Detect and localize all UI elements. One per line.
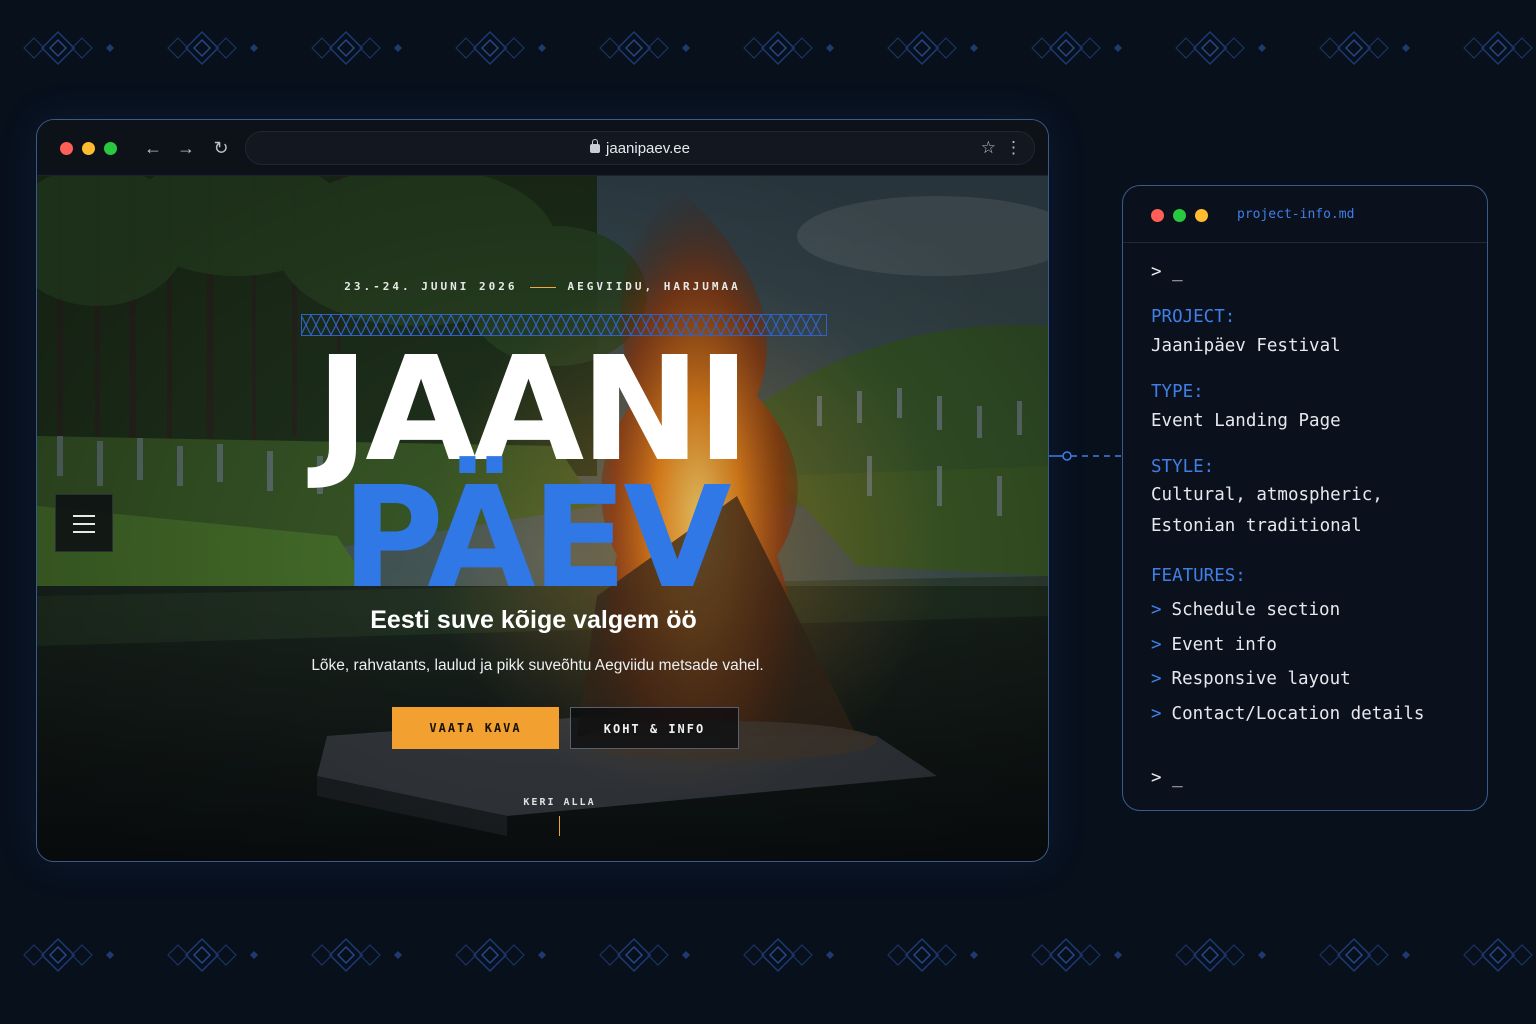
- connector-line: [1049, 451, 1123, 461]
- panel-filename: project-info.md: [1237, 207, 1355, 222]
- more-menu-icon[interactable]: ⋮: [1005, 138, 1022, 158]
- minimize-window-dot[interactable]: [82, 142, 95, 155]
- scroll-down-label[interactable]: KERI ALLA: [37, 797, 1048, 808]
- browser-window: ← → ↻ jaanipaev.ee ☆ ⋮ 23.-24. JUUNI 202…: [36, 119, 1049, 862]
- maximize-window-dot[interactable]: [104, 142, 117, 155]
- ornament-band-top: [23, 31, 1536, 65]
- menu-icon-bar: [73, 531, 95, 533]
- bookmark-star-icon[interactable]: ☆: [981, 138, 996, 158]
- panel-maximize-dot[interactable]: [1173, 209, 1186, 222]
- feature-item: > Schedule section: [1151, 600, 1341, 620]
- feature-bullet: >: [1151, 704, 1162, 724]
- terminal-prompt-top: > _: [1151, 262, 1183, 282]
- feature-item: > Responsive layout: [1151, 669, 1351, 689]
- reload-icon[interactable]: ↻: [210, 137, 232, 159]
- project-key: PROJECT:: [1151, 307, 1236, 327]
- meta-divider: [529, 286, 556, 288]
- hero-description: Lõke, rahvatants, laulud ja pikk suveõht…: [311, 657, 764, 674]
- location-info-button[interactable]: KOHT & INFO: [570, 707, 739, 749]
- hero-section: 23.-24. JUUNI 2026 AEGVIIDU, HARJUMAA JAA…: [37, 176, 1048, 861]
- back-arrow-icon[interactable]: ←: [142, 137, 164, 159]
- style-key: STYLE:: [1151, 457, 1215, 477]
- terminal-prompt-bottom: > _: [1151, 768, 1183, 788]
- hero-tagline: Eesti suve kõige valgem öö: [370, 606, 697, 634]
- project-value: Jaanipäev Festival: [1151, 336, 1341, 356]
- menu-icon-bar: [73, 523, 95, 525]
- type-key: TYPE:: [1151, 382, 1204, 402]
- feature-bullet: >: [1151, 600, 1162, 620]
- panel-titlebar: project-info.md: [1123, 186, 1487, 243]
- feature-item: > Contact/Location details: [1151, 704, 1425, 724]
- panel-close-dot[interactable]: [1151, 209, 1164, 222]
- close-window-dot[interactable]: [60, 142, 73, 155]
- features-key: FEATURES:: [1151, 566, 1246, 586]
- event-location: AEGVIIDU, HARJUMAA: [567, 280, 741, 293]
- feature-item: > Event info: [1151, 635, 1277, 655]
- scroll-indicator-line: [559, 816, 560, 836]
- forward-arrow-icon[interactable]: →: [175, 137, 197, 159]
- hero-title-line-2: PÄEV: [341, 457, 731, 620]
- event-meta: 23.-24. JUUNI 2026 AEGVIIDU, HARJUMAA: [37, 280, 1048, 293]
- hamburger-menu-button[interactable]: [55, 494, 113, 552]
- project-info-panel: project-info.md > _ PROJECT: Jaanipäev F…: [1122, 185, 1488, 811]
- style-value-line-2: Estonian traditional: [1151, 516, 1362, 536]
- address-bar[interactable]: jaanipaev.ee ☆ ⋮: [245, 131, 1035, 165]
- url-text: jaanipaev.ee: [606, 140, 690, 157]
- lock-icon: [590, 139, 601, 153]
- feature-bullet: >: [1151, 669, 1162, 689]
- menu-icon-bar: [73, 515, 95, 517]
- panel-minimize-dot[interactable]: [1195, 209, 1208, 222]
- style-value-line-1: Cultural, atmospheric,: [1151, 485, 1383, 505]
- ornament-band-bottom: [23, 938, 1536, 972]
- view-schedule-button[interactable]: VAATA KAVA: [392, 707, 559, 749]
- event-date: 23.-24. JUUNI 2026: [344, 280, 518, 293]
- type-value: Event Landing Page: [1151, 411, 1341, 431]
- browser-toolbar: ← → ↻ jaanipaev.ee ☆ ⋮: [37, 120, 1048, 176]
- feature-bullet: >: [1151, 635, 1162, 655]
